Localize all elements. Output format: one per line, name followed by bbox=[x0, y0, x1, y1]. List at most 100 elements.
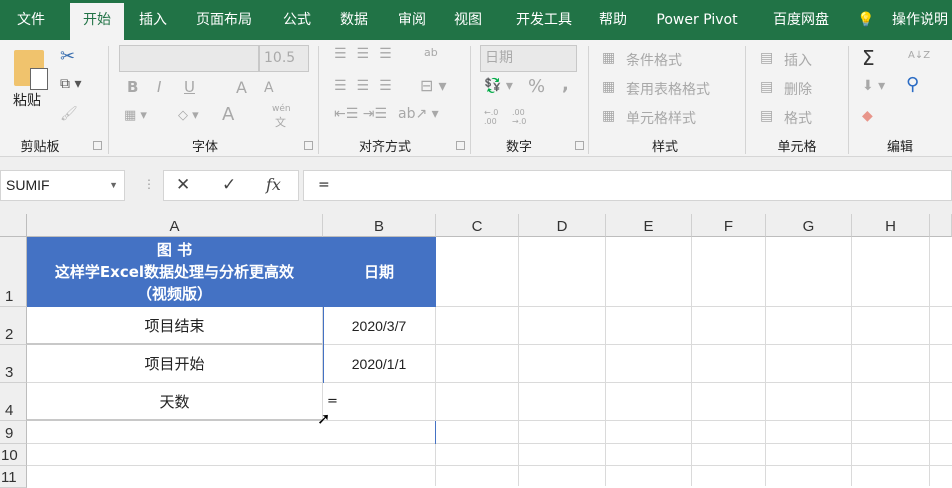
tab-review[interactable]: 审阅 bbox=[390, 0, 434, 40]
row-header-1[interactable]: 1 bbox=[0, 237, 27, 307]
clipboard-launcher-icon[interactable] bbox=[93, 141, 102, 150]
column-header-b[interactable]: B bbox=[323, 214, 436, 237]
row-header-3[interactable]: 3 bbox=[0, 345, 27, 383]
row-header-2[interactable]: 2 bbox=[0, 307, 27, 345]
chevron-down-icon[interactable]: ▼ bbox=[109, 171, 118, 200]
enter-icon[interactable]: ✓ bbox=[222, 175, 236, 195]
column-header-g[interactable]: G bbox=[766, 214, 852, 237]
tab-insert[interactable]: 插入 bbox=[132, 0, 174, 40]
borders-icon[interactable]: ▦ ▾ bbox=[124, 108, 147, 123]
copy-icon[interactable]: ⧉ ▾ bbox=[60, 76, 81, 92]
phonetic-char: 文 bbox=[275, 116, 286, 129]
fill-color-icon[interactable]: ◇ ▾ bbox=[178, 108, 199, 123]
tab-formulas[interactable]: 公式 bbox=[276, 0, 318, 40]
cell-b4-editing[interactable]: = bbox=[323, 383, 436, 421]
column-header-f[interactable]: F bbox=[692, 214, 766, 237]
conditional-format-button[interactable]: 条件格式 bbox=[626, 50, 682, 70]
row-header-11[interactable]: 11 bbox=[0, 466, 27, 488]
percent-button[interactable]: % bbox=[528, 76, 545, 97]
delete-cells-button[interactable]: 删除 bbox=[784, 79, 812, 99]
delete-cells-icon: ▤ bbox=[760, 79, 774, 95]
tab-page-layout[interactable]: 页面布局 bbox=[188, 0, 260, 40]
cell-a1[interactable]: 图 书 这样学Excel数据处理与分析更高效 （视频版） bbox=[27, 237, 323, 307]
bold-button[interactable]: B bbox=[127, 78, 138, 96]
vertical-align-icons[interactable]: ☰☰☰ bbox=[334, 46, 402, 62]
paste-button[interactable]: 粘贴 bbox=[13, 90, 41, 110]
cell-a3[interactable]: 项目开始 bbox=[27, 345, 323, 383]
font-name-select[interactable] bbox=[119, 45, 259, 72]
row-header-4[interactable]: 4 bbox=[0, 383, 27, 421]
alignment-launcher-icon[interactable] bbox=[456, 141, 465, 150]
insert-cells-button[interactable]: 插入 bbox=[784, 50, 812, 70]
tab-data[interactable]: 数据 bbox=[332, 0, 376, 40]
shrink-font-button[interactable]: A bbox=[264, 80, 274, 96]
grow-font-button[interactable]: A bbox=[236, 78, 247, 97]
name-box-value: SUMIF bbox=[6, 177, 50, 193]
column-header-e[interactable]: E bbox=[606, 214, 692, 237]
italic-button[interactable]: I bbox=[157, 78, 161, 96]
mouse-cursor-icon: ➚ bbox=[317, 409, 331, 428]
column-header-d[interactable]: D bbox=[519, 214, 606, 237]
wrap-text-button[interactable]: ab bbox=[424, 46, 438, 59]
tab-baidu[interactable]: 百度网盘 bbox=[762, 0, 840, 40]
fill-icon[interactable]: ⬇ ▾ bbox=[862, 78, 885, 94]
column-header-c[interactable]: C bbox=[436, 214, 519, 237]
row-header-9[interactable]: 9 bbox=[0, 421, 27, 444]
orientation-icon[interactable]: ab↗ ▾ bbox=[398, 106, 439, 122]
format-cells-button[interactable]: 格式 bbox=[784, 108, 812, 128]
formula-buttons: ✕ ✓ fx bbox=[163, 170, 299, 201]
indent-icons[interactable]: ⇤☰ ⇥☰ bbox=[334, 106, 387, 122]
tab-developer[interactable]: 开发工具 bbox=[506, 0, 582, 40]
formula-bar-area: SUMIF ▼ ⋮ ✕ ✓ fx = bbox=[0, 157, 952, 214]
cell-b2[interactable]: 2020/3/7 bbox=[323, 307, 436, 345]
styles-group-label: 样式 bbox=[651, 140, 678, 155]
cell-styles-button[interactable]: 单元格样式 bbox=[626, 108, 696, 128]
tell-me[interactable]: 操作说明 bbox=[888, 0, 952, 40]
merge-center-icon[interactable]: ⊟ ▾ bbox=[420, 76, 447, 95]
tab-file[interactable]: 文件 bbox=[8, 0, 54, 40]
tab-power-pivot[interactable]: Power Pivot bbox=[650, 0, 744, 40]
formula-input[interactable]: = bbox=[303, 170, 952, 201]
font-launcher-icon[interactable] bbox=[304, 141, 313, 150]
column-header-a[interactable]: A bbox=[27, 214, 323, 237]
font-color-button[interactable]: A bbox=[222, 104, 234, 125]
font-group-label: 字体 bbox=[191, 140, 218, 155]
tab-help[interactable]: 帮助 bbox=[592, 0, 634, 40]
format-painter-icon[interactable]: 🖌 bbox=[60, 106, 78, 122]
sort-filter-button[interactable]: A↓Z bbox=[908, 50, 930, 61]
increase-decimal-button[interactable]: ←.0 .00 bbox=[484, 108, 506, 126]
cell-a2[interactable]: 项目结束 bbox=[27, 307, 323, 345]
cell-a4[interactable]: 天数 bbox=[27, 383, 323, 421]
format-as-table-button[interactable]: 套用表格格式 bbox=[626, 79, 710, 99]
select-all-button[interactable] bbox=[0, 214, 27, 237]
find-select-button[interactable]: ⚲ bbox=[906, 74, 919, 95]
font-size-select[interactable]: 10.5 bbox=[259, 45, 309, 72]
drag-handle-icon[interactable]: ⋮ bbox=[143, 177, 155, 191]
column-header-h[interactable]: H bbox=[852, 214, 930, 237]
autosum-button[interactable]: Σ bbox=[862, 46, 875, 70]
horizontal-align-icons[interactable]: ☰☰☰ bbox=[334, 78, 402, 94]
cell-b1[interactable]: 日期 bbox=[323, 237, 436, 307]
decrease-decimal-button[interactable]: .00 →.0 bbox=[512, 108, 534, 126]
tab-view[interactable]: 视图 bbox=[448, 0, 488, 40]
cell-a1-line2: 这样学Excel数据处理与分析更高效 bbox=[54, 262, 295, 281]
number-format-select[interactable]: 日期 bbox=[480, 45, 577, 72]
row-header-10[interactable]: 10 bbox=[0, 444, 27, 466]
alignment-group-label: 对齐方式 bbox=[358, 140, 411, 155]
name-box[interactable]: SUMIF ▼ bbox=[0, 170, 125, 201]
number-launcher-icon[interactable] bbox=[575, 141, 584, 150]
tab-home[interactable]: 开始 bbox=[70, 3, 124, 40]
accounting-icon[interactable]: 💱 ▾ bbox=[484, 78, 513, 94]
insert-cells-icon: ▤ bbox=[760, 50, 774, 66]
comma-button[interactable]: , bbox=[562, 74, 569, 95]
cut-icon[interactable]: ✂ bbox=[60, 46, 75, 67]
clear-icon[interactable]: ◆ bbox=[862, 108, 873, 124]
ribbon-tabs: 文件 开始 插入 页面布局 公式 数据 审阅 视图 开发工具 帮助 Power … bbox=[0, 0, 952, 40]
insert-function-icon[interactable]: fx bbox=[266, 175, 281, 194]
column-header-i[interactable] bbox=[930, 214, 952, 237]
underline-button[interactable]: U bbox=[184, 78, 195, 96]
cell-b3[interactable]: 2020/1/1 bbox=[323, 345, 436, 383]
phonetic-label[interactable]: wén bbox=[272, 104, 291, 114]
cancel-icon[interactable]: ✕ bbox=[176, 175, 190, 195]
number-group-label: 数字 bbox=[505, 140, 532, 155]
